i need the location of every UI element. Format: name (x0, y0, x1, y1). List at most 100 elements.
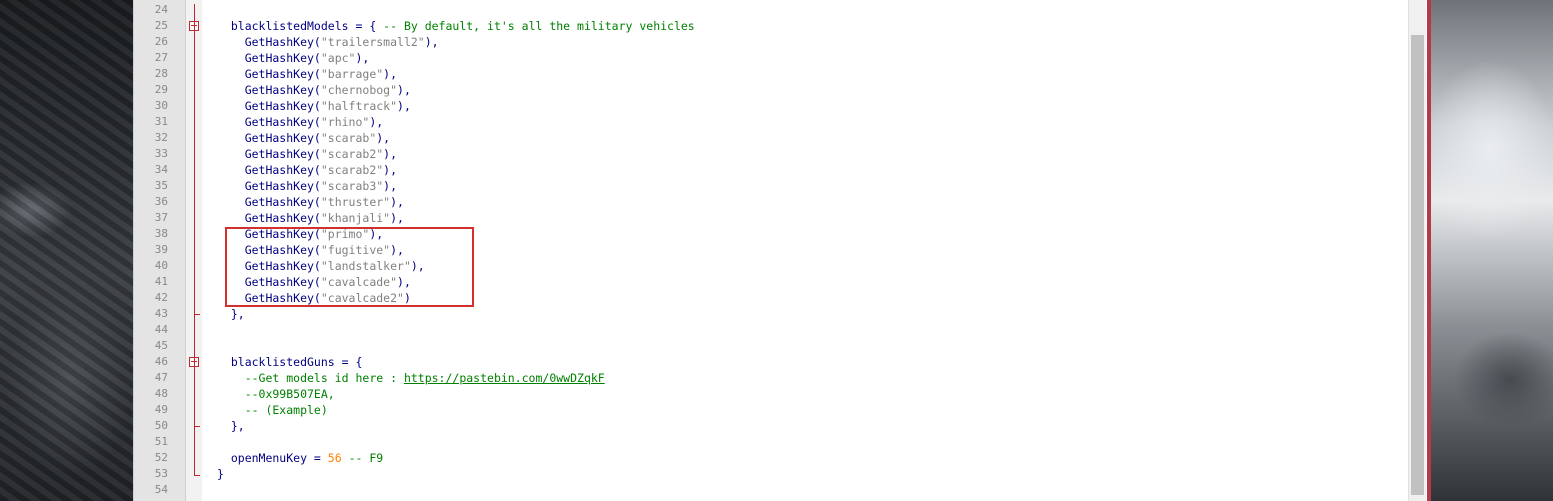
code-line[interactable]: 47 --Get models id here : https://pasteb… (134, 370, 1404, 386)
code-line[interactable]: 36 GetHashKey("thruster"), (134, 194, 1404, 210)
code-token: GetHashKey( (217, 131, 321, 145)
code-token: "chernobog" (320, 83, 398, 97)
code-token: -- (Example) (217, 403, 328, 417)
code-line[interactable]: 32 GetHashKey("scarab"), (134, 130, 1404, 146)
code-text: GetHashKey("rhino"), (217, 114, 384, 130)
line-number: 28 (154, 67, 168, 80)
code-line[interactable]: 28 GetHashKey("barrage"), (134, 66, 1404, 82)
code-line[interactable]: 43 }, (134, 306, 1404, 322)
code-line[interactable]: 29 GetHashKey("chernobog"), (134, 82, 1404, 98)
line-number: 34 (154, 163, 168, 176)
code-token: ), (383, 147, 398, 161)
code-line[interactable]: 52 openMenuKey = 56 -- F9 (134, 450, 1404, 466)
scrollbar-thumb[interactable] (1411, 35, 1424, 495)
line-number: 47 (154, 371, 168, 384)
code-token: }, (217, 419, 245, 433)
code-line[interactable]: 48 --0x99B507EA, (134, 386, 1404, 402)
line-number: 42 (154, 291, 168, 304)
code-line[interactable]: 34 GetHashKey("scarab2"), (134, 162, 1404, 178)
code-token: blacklistedGuns = { (217, 355, 363, 369)
line-number: 43 (154, 307, 168, 320)
code-token: GetHashKey( (217, 147, 321, 161)
code-line[interactable]: 37 GetHashKey("khanjali"), (134, 210, 1404, 226)
code-token: "scarab" (320, 131, 377, 145)
code-token: "scarab2" (320, 163, 384, 177)
line-number: 25 (154, 19, 168, 32)
code-text: GetHashKey("scarab"), (217, 130, 390, 146)
code-token: --0x99B507EA, (217, 387, 335, 401)
code-line[interactable]: 50 }, (134, 418, 1404, 434)
code-text: openMenuKey = 56 -- F9 (217, 450, 383, 466)
code-token: }, (217, 307, 245, 321)
code-token: GetHashKey( (217, 163, 321, 177)
code-line[interactable]: 44 (134, 322, 1404, 338)
vertical-scrollbar[interactable] (1408, 0, 1426, 501)
code-token: GetHashKey( (217, 115, 321, 129)
line-number: 26 (154, 35, 168, 48)
code-token: ), (383, 67, 398, 81)
code-text: GetHashKey("barrage"), (217, 66, 397, 82)
line-number: 52 (154, 451, 168, 464)
line-number: 45 (154, 339, 168, 352)
line-number: 49 (154, 403, 168, 416)
code-editor[interactable]: 24 25 blacklistedModels = { -- By default… (133, 0, 1427, 501)
code-text: GetHashKey("trailersmall2"), (217, 34, 439, 50)
code-line[interactable]: 35 GetHashKey("scarab3"), (134, 178, 1404, 194)
desktop-background-left (0, 0, 133, 501)
code-line[interactable]: 46 blacklistedGuns = { (134, 354, 1404, 370)
code-line[interactable]: 24 (134, 2, 1404, 18)
code-line[interactable]: 25 blacklistedModels = { -- By default, … (134, 18, 1404, 34)
code-line[interactable]: 54 (134, 482, 1404, 498)
code-token: GetHashKey( (217, 99, 321, 113)
code-token: ), (424, 35, 439, 49)
code-text: }, (217, 306, 245, 322)
code-line[interactable]: 49 -- (Example) (134, 402, 1404, 418)
line-number: 40 (154, 259, 168, 272)
code-token: "rhino" (320, 115, 370, 129)
code-text: -- (Example) (217, 402, 328, 418)
code-line[interactable]: 33 GetHashKey("scarab2"), (134, 146, 1404, 162)
line-number: 27 (154, 51, 168, 64)
code-text: GetHashKey("khanjali"), (217, 210, 404, 226)
code-token: ), (376, 131, 391, 145)
fold-range-line-outer (194, 4, 195, 475)
code-token: GetHashKey( (217, 51, 321, 65)
code-token: ), (397, 83, 411, 97)
code-text: GetHashKey("thruster"), (217, 194, 404, 210)
code-token: 56 (327, 451, 342, 465)
code-text: }, (217, 418, 245, 434)
code-text: blacklistedModels = { -- By default, it'… (217, 18, 695, 34)
code-text: --0x99B507EA, (217, 386, 335, 402)
code-line[interactable]: 26 GetHashKey("trailersmall2"), (134, 34, 1404, 50)
code-token: "trailersmall2" (320, 35, 425, 49)
line-number: 46 (154, 355, 168, 368)
line-number: 31 (154, 115, 168, 128)
fold-range-end-outer (194, 475, 200, 476)
code-text: GetHashKey("scarab2"), (217, 146, 397, 162)
code-link[interactable]: https://pastebin.com/0wwDZqkF (404, 371, 605, 385)
code-token: "halftrack" (320, 99, 398, 113)
code-line[interactable]: 27 GetHashKey("apc"), (134, 50, 1404, 66)
code-token: ), (397, 99, 411, 113)
code-line[interactable]: 30 GetHashKey("halftrack"), (134, 98, 1404, 114)
code-text: GetHashKey("scarab3"), (217, 178, 397, 194)
code-line[interactable]: 45 (134, 338, 1404, 354)
code-token: -- By default, it's all the military veh… (383, 19, 695, 33)
line-number: 24 (154, 3, 168, 16)
code-line[interactable]: 53} (134, 466, 1404, 482)
line-number: 39 (154, 243, 168, 256)
code-text: blacklistedGuns = { (217, 354, 363, 370)
code-token: GetHashKey( (217, 67, 321, 81)
code-line[interactable]: 51 (134, 434, 1404, 450)
line-number: 32 (154, 131, 168, 144)
code-token: "khanjali" (320, 211, 391, 225)
line-number: 33 (154, 147, 168, 160)
code-text: GetHashKey("scarab2"), (217, 162, 397, 178)
line-number: 54 (154, 483, 168, 496)
line-number: 37 (154, 211, 168, 224)
line-number: 51 (154, 435, 168, 448)
code-token: } (217, 467, 224, 481)
code-token: ), (390, 195, 404, 209)
code-line[interactable]: 31 GetHashKey("rhino"), (134, 114, 1404, 130)
